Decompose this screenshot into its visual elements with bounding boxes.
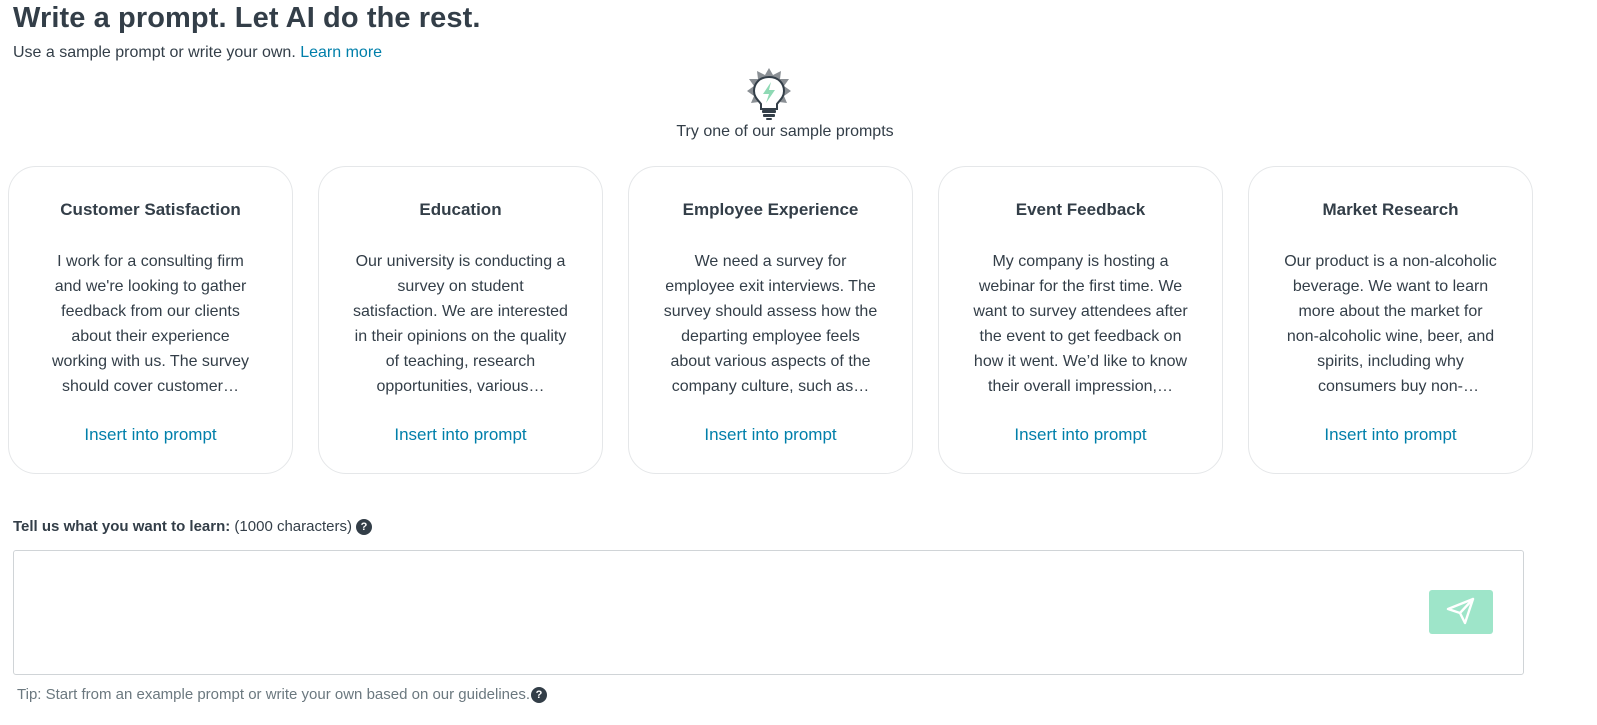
prompt-input[interactable]: [26, 561, 1420, 665]
card-title: Employee Experience: [682, 200, 859, 219]
insert-into-prompt-button[interactable]: Insert into prompt: [1249, 425, 1532, 445]
card-title: Customer Satisfaction: [60, 200, 241, 219]
help-icon[interactable]: ?: [531, 686, 548, 703]
sample-prompt-cards: Customer Satisfaction I work for a consu…: [8, 166, 1533, 474]
card-text: We need a survey for employee exit inter…: [663, 253, 878, 395]
lightbulb-icon: [743, 66, 795, 122]
prompt-field-label: Tell us what you want to learn: (1000 ch…: [13, 518, 372, 535]
card-text: I work for a consulting firm and we're l…: [51, 253, 250, 395]
send-icon: [1446, 597, 1476, 628]
send-button[interactable]: [1429, 590, 1493, 634]
card-title: Market Research: [1322, 200, 1459, 219]
card-title: Event Feedback: [1015, 200, 1146, 219]
insert-into-prompt-button[interactable]: Insert into prompt: [939, 425, 1222, 445]
help-icon[interactable]: ?: [355, 518, 372, 535]
sample-card-customer-satisfaction: Customer Satisfaction I work for a consu…: [8, 166, 293, 474]
insert-into-prompt-button[interactable]: Insert into prompt: [629, 425, 912, 445]
learn-more-link[interactable]: Learn more: [300, 44, 382, 61]
card-text: Our university is conducting a survey on…: [353, 253, 568, 395]
card-text: My company is hosting a webinar for the …: [973, 253, 1188, 395]
character-limit-hint: (1000 characters): [234, 518, 352, 535]
page-title: Write a prompt. Let AI do the rest.: [13, 2, 481, 34]
insert-into-prompt-button[interactable]: Insert into prompt: [319, 425, 602, 445]
sample-card-employee-experience: Employee Experience We need a survey for…: [628, 166, 913, 474]
sample-card-market-research: Market Research Our product is a non-alc…: [1248, 166, 1533, 474]
sample-card-event-feedback: Event Feedback My company is hosting a w…: [938, 166, 1223, 474]
sample-card-education: Education Our university is conducting a…: [318, 166, 603, 474]
prompt-label-text: Tell us what you want to learn:: [13, 518, 231, 535]
page-subtitle: Use a sample prompt or write your own. L…: [13, 44, 382, 62]
card-title: Education: [419, 200, 502, 219]
subtitle-text: Use a sample prompt or write your own.: [13, 44, 296, 61]
insert-into-prompt-button[interactable]: Insert into prompt: [9, 425, 292, 445]
prompt-input-container: [13, 550, 1524, 675]
card-text: Our product is a non-alcoholic beverage.…: [1284, 253, 1497, 395]
tip-text: Tip: Start from an example prompt or wri…: [17, 686, 531, 703]
sample-prompts-heading: Try one of our sample prompts: [676, 123, 894, 140]
prompt-tip: Tip: Start from an example prompt or wri…: [17, 686, 548, 703]
